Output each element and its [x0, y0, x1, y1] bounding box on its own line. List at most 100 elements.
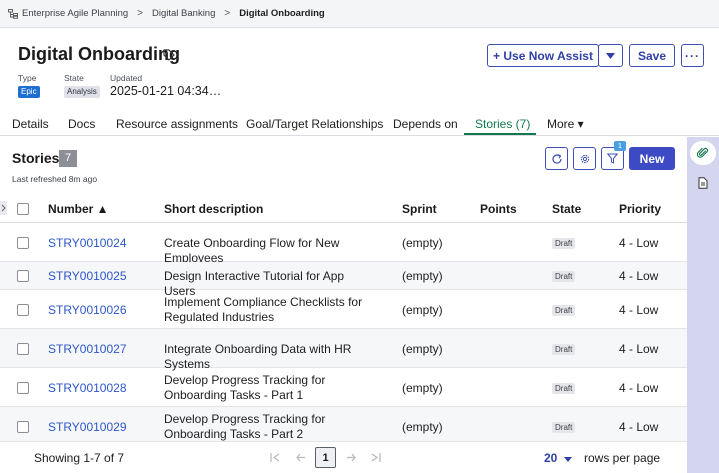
paperclip-icon	[697, 147, 709, 158]
story-sprint: (empty)	[402, 236, 443, 250]
row-checkbox[interactable]	[17, 342, 29, 355]
column-priority[interactable]: Priority	[619, 202, 661, 216]
story-number-link[interactable]: STRY0010026	[48, 303, 127, 317]
story-number-link[interactable]: STRY0010029	[48, 420, 127, 434]
story-description: Develop Progress Tracking for Onboarding…	[164, 411, 326, 441]
story-state-badge: Draft	[552, 382, 576, 394]
updated-label: Updated	[110, 73, 143, 83]
previous-page-icon[interactable]	[296, 453, 306, 462]
tab-goal-target-relationships[interactable]: Goal/Target Relationships	[246, 117, 383, 131]
updated-value: 2025-01-21 04:34…	[110, 84, 222, 98]
story-number-link[interactable]: STRY0010024	[48, 236, 127, 250]
table-row[interactable]: STRY0010024 Create Onboarding Flow for Ne…	[0, 224, 687, 265]
table-row[interactable]: STRY0010026 Implement Compliance Checklis…	[0, 290, 687, 329]
attachments-button[interactable]	[690, 141, 716, 165]
hierarchy-icon	[8, 8, 18, 19]
rows-per-page-value: 20	[544, 451, 558, 465]
column-short-description[interactable]: Short description	[164, 202, 263, 216]
caret-down-icon	[563, 457, 572, 462]
row-checkbox[interactable]	[17, 270, 29, 282]
filter-icon	[607, 153, 618, 164]
tab-resource-assignments[interactable]: Resource assignments	[116, 117, 238, 131]
save-button[interactable]: Save	[629, 44, 675, 67]
story-sprint: (empty)	[402, 302, 443, 317]
column-sprint[interactable]: Sprint	[402, 202, 437, 216]
breadcrumb-item-digital-banking[interactable]: Digital Banking	[152, 8, 215, 19]
story-state-badge: Draft	[552, 421, 576, 433]
tag-icon[interactable]	[163, 49, 175, 61]
page-title: Digital Onboarding	[18, 44, 180, 64]
breadcrumb: Enterprise Agile Planning > Digital Bank…	[0, 0, 719, 28]
state-badge: Analysis	[64, 86, 100, 98]
more-actions-button[interactable]: ···	[681, 44, 704, 67]
row-checkbox[interactable]	[17, 237, 29, 249]
tab-depends-on[interactable]: Depends on	[393, 117, 458, 131]
tab-stories[interactable]: Stories (7)	[475, 117, 530, 131]
story-description: Integrate Onboarding Data with HR System…	[164, 341, 352, 371]
use-now-assist-button[interactable]: + Use Now Assist	[487, 44, 599, 67]
right-sidebar	[687, 137, 719, 473]
story-state-badge: Draft	[552, 238, 576, 249]
row-checkbox[interactable]	[17, 381, 29, 394]
story-description: Develop Progress Tracking for Onboarding…	[164, 372, 326, 402]
column-number[interactable]: Number ▲	[48, 202, 109, 216]
type-label: Type	[18, 73, 37, 83]
refresh-button[interactable]	[545, 147, 568, 170]
rows-per-page-label: rows per page	[584, 451, 661, 465]
active-tab-indicator	[464, 133, 536, 135]
refresh-icon	[551, 153, 562, 164]
story-state-badge: Draft	[552, 304, 576, 316]
stories-count-badge: 7	[59, 150, 77, 167]
story-sprint: (empty)	[402, 341, 443, 356]
story-priority: 4 - Low	[619, 380, 659, 395]
showing-count: Showing 1-7 of 7	[34, 451, 125, 465]
first-page-icon[interactable]	[270, 453, 280, 462]
column-points[interactable]: Points	[480, 202, 517, 216]
story-number-link[interactable]: STRY0010028	[48, 381, 127, 395]
table-row[interactable]: STRY0010028 Develop Progress Tracking for…	[0, 368, 687, 407]
type-badge: Epic	[18, 86, 40, 98]
story-priority: 4 - Low	[619, 269, 659, 283]
breadcrumb-item-enterprise[interactable]: Enterprise Agile Planning	[22, 8, 128, 19]
state-label: State	[64, 73, 84, 83]
rows-per-page-select[interactable]: 20	[544, 451, 572, 465]
pagination-bar: Showing 1-7 of 7 1 20 rows per page	[0, 441, 687, 473]
story-priority: 4 - Low	[619, 341, 659, 356]
last-page-icon[interactable]	[371, 453, 381, 462]
gear-icon	[580, 154, 589, 163]
document-icon[interactable]	[697, 177, 709, 189]
filter-count-badge: 1	[614, 141, 626, 151]
story-number-link[interactable]: STRY0010027	[48, 342, 127, 356]
row-checkbox[interactable]	[17, 303, 29, 316]
story-priority: 4 - Low	[619, 302, 659, 317]
story-number-link[interactable]: STRY0010025	[48, 269, 127, 283]
assist-dropdown-button[interactable]	[598, 44, 623, 67]
story-sprint: (empty)	[402, 380, 443, 395]
tab-docs[interactable]: Docs	[68, 117, 95, 131]
table-header: Number ▲ Short description Sprint Points…	[0, 196, 687, 223]
settings-button[interactable]	[573, 147, 596, 170]
story-sprint: (empty)	[402, 269, 443, 283]
breadcrumb-item-current: Digital Onboarding	[239, 8, 325, 19]
story-priority: 4 - Low	[619, 236, 659, 250]
new-story-button[interactable]: New	[629, 147, 675, 170]
select-all-checkbox[interactable]	[17, 203, 29, 215]
stories-title: Stories	[12, 150, 60, 166]
column-state[interactable]: State	[552, 202, 581, 216]
next-page-icon[interactable]	[346, 453, 356, 462]
row-checkbox[interactable]	[17, 420, 29, 433]
breadcrumb-separator: >	[137, 8, 143, 19]
story-priority: 4 - Low	[619, 419, 659, 434]
caret-down-icon	[606, 52, 615, 59]
story-state-badge: Draft	[552, 343, 576, 355]
table-row[interactable]: STRY0010025 Design Interactive Tutorial f…	[0, 262, 687, 298]
story-sprint: (empty)	[402, 419, 443, 434]
story-description: Implement Compliance Checklists for Regu…	[164, 294, 363, 324]
table-row[interactable]: STRY0010027 Integrate Onboarding Data wit…	[0, 329, 687, 371]
story-state-badge: Draft	[552, 271, 576, 282]
tab-more[interactable]: More ▾	[547, 117, 584, 131]
breadcrumb-separator: >	[224, 8, 231, 19]
current-page[interactable]: 1	[315, 447, 336, 468]
tab-details[interactable]: Details	[12, 117, 49, 131]
record-tabs: Details Docs Resource assignments Goal/T…	[0, 112, 719, 136]
